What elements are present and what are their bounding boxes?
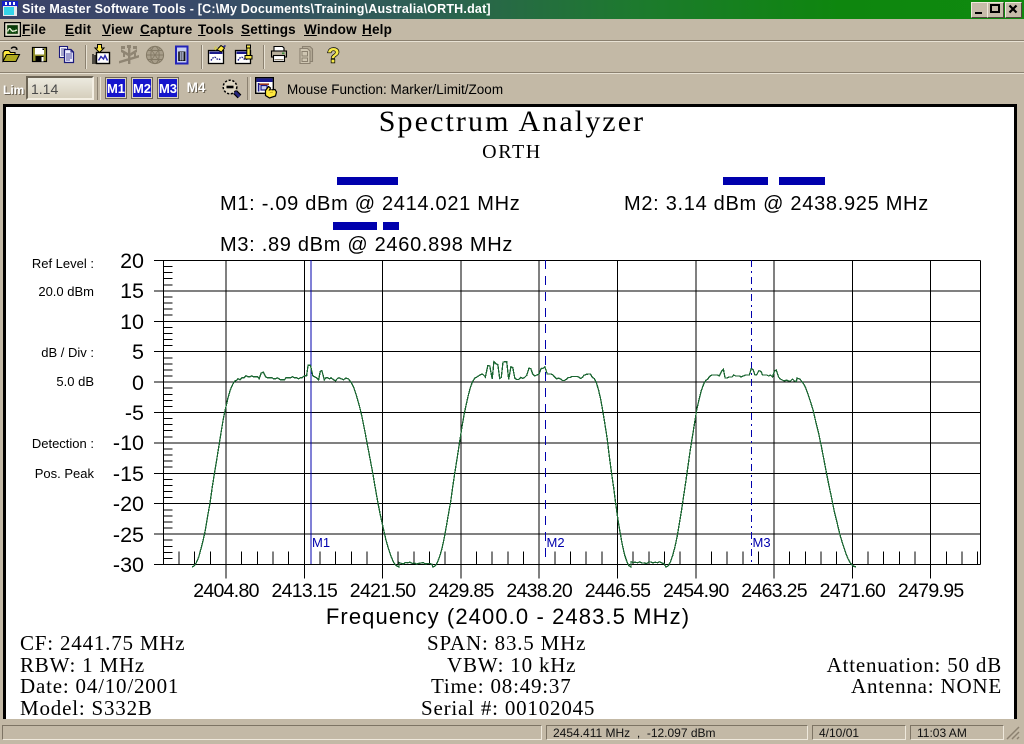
svg-text:M3: M3 (753, 535, 771, 550)
svg-text:M2: M2 (547, 535, 565, 550)
svg-text:M1: M1 (312, 535, 330, 550)
